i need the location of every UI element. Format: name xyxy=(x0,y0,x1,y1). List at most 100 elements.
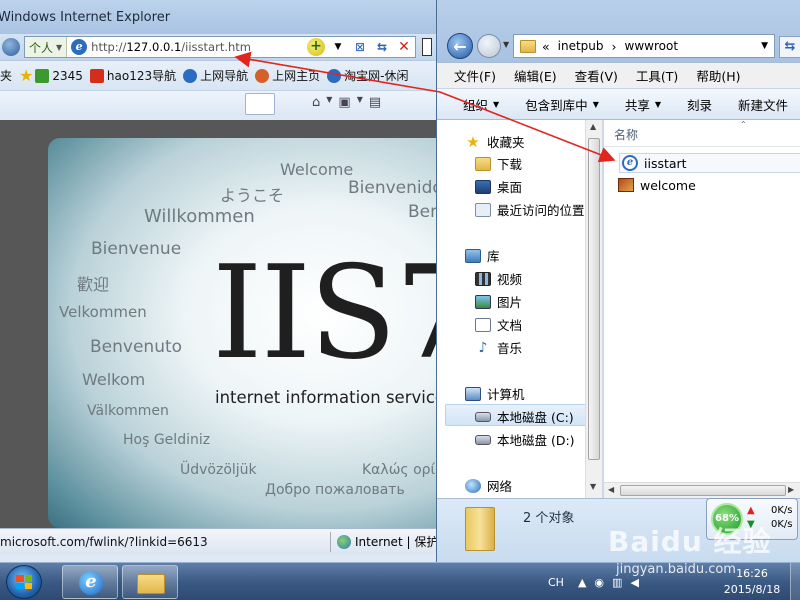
menu-help[interactable]: 帮助(H) xyxy=(696,66,740,85)
ie-url-text[interactable]: http://127.0.0.1/iisstart.htm xyxy=(91,40,305,54)
nav-drive-d[interactable]: 本地磁盘 (D:) xyxy=(475,430,575,449)
organize-button[interactable]: 组织 ▼ xyxy=(463,95,499,114)
greeting: Benvenuto xyxy=(90,337,183,357)
new-folder-button[interactable]: 新建文件 xyxy=(738,95,788,114)
fav-2345[interactable]: 2345 xyxy=(35,68,83,83)
taskbar-explorer-button[interactable] xyxy=(122,565,178,599)
file-row[interactable]: welcome xyxy=(618,175,696,195)
language-indicator[interactable]: CH xyxy=(548,576,564,589)
chevron-down-icon[interactable]: ▼ xyxy=(326,95,332,110)
home-icon[interactable]: ⌂ xyxy=(312,95,320,110)
burn-label: 刻录 xyxy=(687,97,713,113)
security-zone[interactable]: Internet | 保护 xyxy=(330,531,438,552)
navigation-pane: ★ 收藏夹 下载 桌面 最近访问的位置 库 视频 图片 文档 ♪ 音乐 计算机 本地… xyxy=(437,120,603,498)
favorites-label[interactable]: 夹 xyxy=(0,67,12,84)
taskbar-ie-button[interactable]: e xyxy=(62,565,118,599)
nav-desktop[interactable]: 桌面 xyxy=(475,177,522,196)
address-dropdown-button[interactable]: ▼ xyxy=(327,37,349,57)
chevron-right-icon[interactable]: › xyxy=(612,39,617,54)
ie-profile-dropdown[interactable]: 个人 ▼ xyxy=(25,37,68,57)
chevron-down-icon[interactable]: ▼ xyxy=(357,95,363,110)
menu-tools[interactable]: 工具(T) xyxy=(636,66,678,85)
folder-icon xyxy=(465,507,495,551)
library-icon xyxy=(465,248,481,263)
ie-window-title: Windows Internet Explorer xyxy=(0,10,171,25)
nav-scrollbar[interactable]: ▲ ▼ xyxy=(585,120,602,498)
scroll-left-icon[interactable]: ◀ xyxy=(608,485,614,494)
greeting: ようこそ xyxy=(220,186,285,205)
greeting: 歡迎 xyxy=(77,275,110,294)
start-button[interactable] xyxy=(6,565,42,599)
fav-shangwang-home[interactable]: 上网主页 xyxy=(255,67,320,84)
chevron-down-icon: ▼ xyxy=(493,99,500,109)
nav-libraries[interactable]: 库 xyxy=(465,246,500,265)
nav-videos[interactable]: 视频 xyxy=(475,269,522,288)
ie-profile-label: 个人 xyxy=(29,40,54,55)
refresh-button[interactable]: ⇆ xyxy=(371,37,393,57)
nav-network[interactable]: 网络 xyxy=(465,476,512,495)
iis-welcome-banner[interactable]: Welcome ようこそ Bienvenido Willkommen Ben B… xyxy=(48,138,440,528)
network-tray-icon[interactable]: ▥ xyxy=(612,576,622,589)
show-hidden-icons-icon[interactable]: ▲ xyxy=(578,576,586,589)
organize-label: 组织 xyxy=(463,97,489,113)
share-button[interactable]: 共享 ▼ xyxy=(625,95,661,114)
url-host: 127.0.0.1 xyxy=(126,40,182,54)
fav-label: 上网导航 xyxy=(200,69,249,83)
nav-computer[interactable]: 计算机 xyxy=(465,384,525,403)
volume-icon[interactable]: ◀ xyxy=(630,576,638,589)
nav-music[interactable]: ♪ 音乐 xyxy=(475,338,522,357)
scroll-down-icon[interactable]: ▼ xyxy=(590,482,596,491)
breadcrumb-overflow[interactable]: « xyxy=(542,39,550,54)
greeting: Bienvenue xyxy=(91,239,182,259)
scroll-up-icon[interactable]: ▲ xyxy=(590,122,596,131)
breadcrumb-item-wwwroot[interactable]: wwwroot xyxy=(625,39,679,53)
ie-page-content: Welcome ようこそ Bienvenido Willkommen Ben B… xyxy=(0,120,440,528)
menu-view[interactable]: 查看(V) xyxy=(575,66,618,85)
scroll-thumb[interactable] xyxy=(620,485,786,496)
explorer-window: ← ▼ « inetpub › wwwroot ▼ ⇆ 文件(F) 编辑(E) … xyxy=(436,0,800,562)
breadcrumb[interactable]: « inetpub › wwwroot ▼ xyxy=(513,34,775,58)
nav-drive-c[interactable]: 本地磁盘 (C:) xyxy=(475,407,574,426)
ie-back-button[interactable] xyxy=(2,38,20,56)
nav-documents[interactable]: 文档 xyxy=(475,315,522,334)
scroll-right-icon[interactable]: ▶ xyxy=(788,485,794,494)
baidu-watermark: Baidu 经验 xyxy=(608,525,772,558)
new-tab-button[interactable] xyxy=(245,93,275,115)
ie-search-edge[interactable] xyxy=(422,38,432,56)
recent-pages-dropdown[interactable]: ▼ xyxy=(503,40,509,49)
print-icon[interactable]: ▤ xyxy=(369,95,381,110)
nav-downloads[interactable]: 下载 xyxy=(475,154,522,173)
menu-edit[interactable]: 编辑(E) xyxy=(514,66,557,85)
nav-recent-places[interactable]: 最近访问的位置 xyxy=(475,200,585,219)
tray-app-icon[interactable]: ◉ xyxy=(594,576,604,589)
stop-button[interactable]: ✕ xyxy=(393,37,415,57)
menu-file[interactable]: 文件(F) xyxy=(454,66,496,85)
burn-button[interactable]: 刻录 xyxy=(687,95,712,114)
ie-window: Windows Internet Explorer 个人 ▼ e http://… xyxy=(0,0,440,562)
refresh-button[interactable]: ⇆ xyxy=(779,36,800,58)
site-2345-icon xyxy=(35,68,50,83)
fav-hao123[interactable]: hao123导航 xyxy=(89,67,176,84)
chevron-down-icon[interactable]: ▼ xyxy=(761,41,768,51)
nav-label: 网络 xyxy=(487,479,513,494)
ie-address-bar[interactable]: 个人 ▼ e http://127.0.0.1/iisstart.htm + ▼… xyxy=(24,36,416,58)
compatibility-view-button[interactable]: ⊠ xyxy=(349,37,371,57)
breadcrumb-item-inetpub[interactable]: inetpub xyxy=(558,39,604,53)
forward-button[interactable] xyxy=(477,34,501,58)
fav-taobao[interactable]: 淘宝网-休闲 xyxy=(327,67,409,84)
fav-shangwang-nav[interactable]: 上网导航 xyxy=(183,67,248,84)
scroll-thumb[interactable] xyxy=(588,138,600,460)
music-icon: ♪ xyxy=(478,339,488,356)
nav-favorites[interactable]: ★ 收藏夹 xyxy=(465,132,524,151)
greeting: Welcome xyxy=(280,160,354,179)
nav-pictures[interactable]: 图片 xyxy=(475,292,522,311)
go-button[interactable]: + xyxy=(305,37,327,57)
horizontal-scrollbar[interactable]: ◀ ▶ xyxy=(604,482,800,498)
favorites-star-icon[interactable]: ★ xyxy=(19,66,33,85)
column-header-name[interactable]: 名称 xyxy=(614,126,638,143)
rss-feed-icon[interactable]: ▣ xyxy=(338,95,350,110)
show-desktop-button[interactable] xyxy=(790,563,800,600)
include-in-library-button[interactable]: 包含到库中 ▼ xyxy=(525,95,599,114)
file-row[interactable]: e iisstart xyxy=(619,153,800,173)
back-button[interactable]: ← xyxy=(447,33,473,59)
